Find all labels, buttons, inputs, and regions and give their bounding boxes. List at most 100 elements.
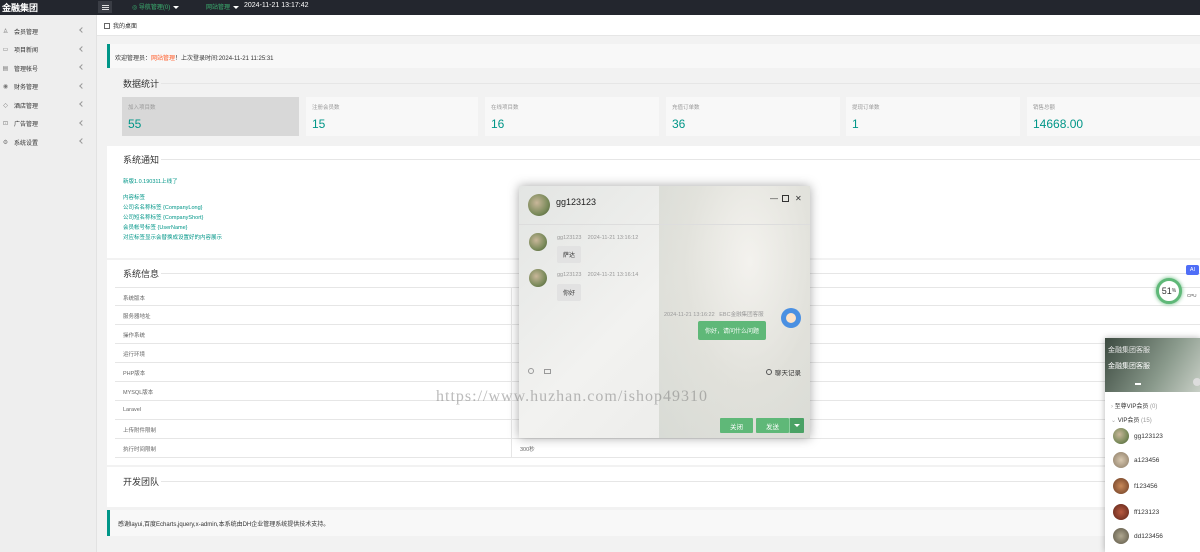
sidebar-item-finance[interactable]: ◉ 财务管理: [0, 78, 96, 97]
avatar: [528, 194, 550, 216]
group-supreme-vip[interactable]: › 至尊VIP会员 (0): [1111, 401, 1157, 410]
money-icon: ◉: [2, 84, 9, 91]
notice-link[interactable]: 内容标签: [123, 193, 222, 203]
chevron-left-icon: [79, 101, 85, 107]
notice-link[interactable]: 公司名名称标签 {CompanyLong}: [123, 203, 222, 213]
message-time: 2024-11-21 13:16:14: [587, 272, 639, 278]
app-logo: 金融集团: [2, 3, 39, 13]
group-count: (0): [1150, 404, 1158, 410]
tab-my-desktop[interactable]: 我的桌面: [104, 21, 137, 30]
tab-bar: 我的桌面: [97, 15, 1200, 36]
close-icon[interactable]: ✕: [795, 194, 802, 203]
admin-name: 网站管理: [151, 56, 176, 62]
chevron-left-icon: [79, 64, 85, 70]
clock-icon: [766, 369, 772, 375]
notice-link[interactable]: 对应标签显示会替换成设置好的内容展示: [123, 233, 222, 243]
tab-label: 我的桌面: [113, 24, 138, 30]
message-sender: EBC金融集团客服: [719, 312, 764, 318]
stat-label: 提现订单数: [852, 105, 880, 111]
group-count: (15): [1141, 418, 1152, 424]
team-title: 开发团队: [123, 477, 160, 487]
groups-tab-icon[interactable]: [1193, 378, 1200, 386]
message-time: 2024-11-21 13:16:22: [664, 312, 715, 318]
stat-withdraw-orders[interactable]: 提现订单数 1: [846, 97, 1020, 136]
chat-contact-name: gg123123: [556, 197, 597, 207]
sidebar-item-news[interactable]: ▭ 项目新闻: [0, 41, 96, 60]
info-key: 系统版本: [123, 296, 146, 302]
avatar: [1113, 478, 1129, 494]
notice-version-link[interactable]: 新版1.0.190311上线了: [123, 177, 222, 187]
avatar: [1113, 504, 1129, 520]
stat-recharge-orders[interactable]: 充值订单数 36: [666, 97, 840, 136]
message-meta: gg123123 2024-11-21 13:16:14: [557, 272, 638, 278]
menu-toggle-button[interactable]: [98, 1, 112, 13]
sidebar-item-label: 财务管理: [14, 85, 39, 92]
stat-label: 充值订单数: [672, 105, 700, 111]
message-bubble: 萨达: [557, 246, 582, 263]
maximize-icon[interactable]: [782, 195, 789, 202]
notice-link[interactable]: 会员帐号标签 {UserName}: [123, 223, 222, 233]
close-chat-button[interactable]: 关闭: [720, 418, 753, 433]
chat-header: gg123123 — ✕: [519, 186, 810, 224]
send-options-button[interactable]: [789, 418, 804, 433]
info-key: 上传附件限制: [123, 428, 157, 434]
sidebar-item-label: 系统设置: [14, 140, 39, 147]
avatar: [781, 308, 801, 328]
group-name: 至尊VIP会员: [1114, 404, 1149, 410]
send-button[interactable]: 发送: [756, 418, 789, 433]
avatar: [1113, 452, 1129, 468]
nav-menu-label: ◎ 导航管理(0): [132, 5, 171, 11]
cpu-monitor-gauge[interactable]: 51%: [1156, 278, 1182, 304]
account-icon: ▤: [2, 65, 9, 72]
chevron-left-icon: [79, 138, 85, 144]
stat-projects-joined[interactable]: 加入项目数 55: [122, 97, 299, 136]
image-icon[interactable]: [544, 369, 551, 374]
sidebar-item-hotel[interactable]: ◇ 酒店管理: [0, 96, 96, 115]
top-bar: 金融集团 ◎ 导航管理(0) 网站管理 2024-11-21 13:17:42: [0, 0, 1200, 15]
list-item[interactable]: dd123456: [1113, 528, 1163, 544]
thanks-banner: 感谢layui,百度Echarts,jquery,x-admin,本系统由DH企…: [107, 510, 1200, 536]
sidebar-item-accounts[interactable]: ▤ 管理帐号: [0, 59, 96, 78]
stat-label: 加入项目数: [128, 105, 156, 111]
caret-down-icon: [173, 5, 180, 9]
notice-link[interactable]: 公司短名称标签 {CompanyShort}: [123, 213, 222, 223]
group-vip[interactable]: ⌄ VIP会员 (15): [1111, 415, 1152, 424]
last-login: ！上次登录时间:2024-11-21 11:25:31: [175, 56, 274, 62]
ai-badge[interactable]: AI: [1186, 265, 1199, 275]
list-item[interactable]: f123456: [1113, 478, 1158, 494]
stat-sales-total[interactable]: 销售总额 14668.00: [1027, 97, 1200, 136]
minimize-icon[interactable]: —: [770, 194, 778, 203]
sidebar-item-settings[interactable]: ⚙ 系统设置: [0, 133, 96, 152]
emoji-icon[interactable]: [528, 368, 534, 374]
nav-menu-dropdown[interactable]: ◎ 导航管理(0): [132, 2, 180, 11]
contacts-tab-icon[interactable]: [1135, 379, 1141, 385]
cs-title: 金融集团客服: [1108, 347, 1150, 354]
stat-members-registered[interactable]: 注册会员数 15: [306, 97, 478, 136]
site-menu-label: 网站管理: [206, 5, 231, 11]
site-menu-dropdown[interactable]: 网站管理: [206, 2, 240, 11]
watermark: https://www.huzhan.com/ishop49310: [436, 388, 708, 405]
welcome-prefix: 欢迎管理员：: [115, 56, 152, 62]
cs-header: 金融集团客服 金融集团客服: [1105, 338, 1200, 392]
chevron-left-icon: [79, 119, 85, 126]
caret-down-icon: [794, 424, 800, 427]
current-time: 2024-11-21 13:17:42: [244, 2, 309, 9]
stat-label: 注册会员数: [312, 105, 340, 111]
sidebar-item-ads[interactable]: ⊡ 广告管理: [0, 115, 96, 134]
chat-history-button[interactable]: 聊天记录: [766, 367, 801, 377]
gear-icon: ⚙: [2, 139, 9, 146]
customer-service-panel: 金融集团客服 金融集团客服 › 至尊VIP会员 (0) ⌄ VIP会员 (15)…: [1105, 338, 1200, 552]
sidebar-item-label: 会员管理: [14, 29, 39, 36]
list-item[interactable]: ff123123: [1113, 504, 1159, 520]
avatar: [1113, 528, 1129, 544]
cpu-label: CPU: [1187, 293, 1197, 298]
info-key: 运行环境: [123, 352, 146, 358]
info-key: PHP版本: [123, 371, 146, 377]
sidebar-item-members[interactable]: ♙ 会员管理: [0, 22, 96, 41]
stat-projects-online[interactable]: 在线项目数 16: [485, 97, 659, 136]
list-item[interactable]: a123456: [1113, 452, 1159, 468]
stat-value: 1: [852, 117, 859, 131]
stat-label: 销售总额: [1033, 105, 1056, 111]
list-item[interactable]: gg123123: [1113, 428, 1163, 444]
sidebar-item-label: 广告管理: [14, 122, 39, 129]
